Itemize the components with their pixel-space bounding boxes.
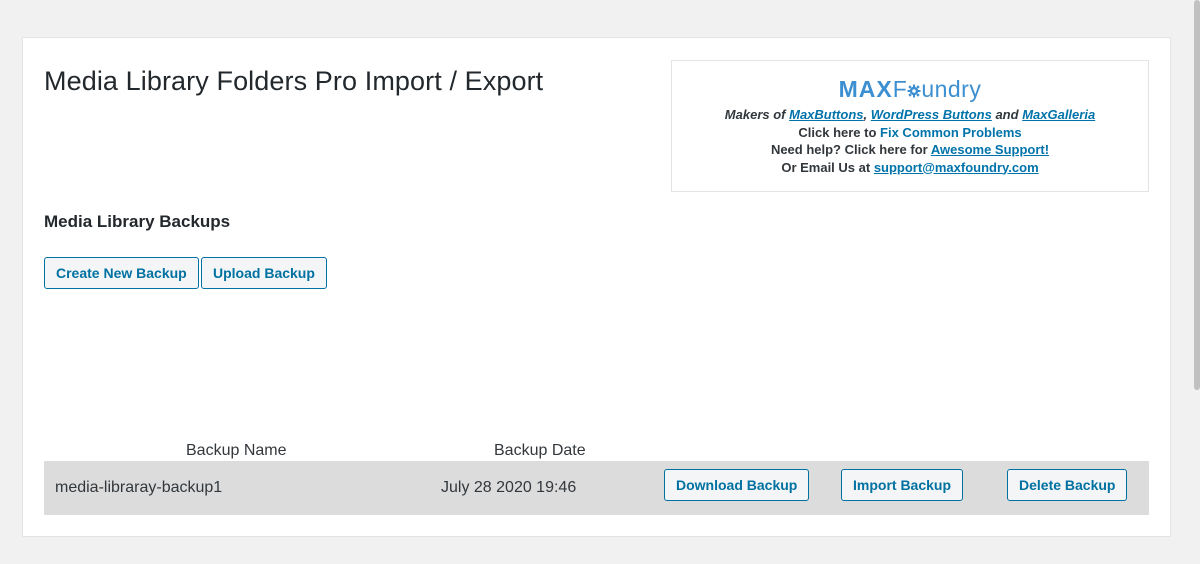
makers-line: Makers of MaxButtons, WordPress Buttons … [672, 106, 1148, 124]
page-scrollbar[interactable] [1194, 0, 1200, 390]
page-title: Media Library Folders Pro Import / Expor… [44, 66, 544, 96]
download-backup-button[interactable]: Download Backup [664, 469, 810, 501]
logo-max-text: MAX [838, 76, 893, 102]
create-new-backup-button[interactable]: Create New Backup [44, 257, 199, 289]
backup-date-cell: July 28 2020 19:46 [441, 479, 577, 496]
maxbuttons-link[interactable]: MaxButtons [789, 107, 863, 122]
table-row: media-libraray-backup1 July 28 2020 19:4… [44, 461, 1149, 515]
email-line: Or Email Us at support@maxfoundry.com [672, 159, 1148, 177]
maxfoundry-promo-box: MAXF undry Makers of MaxButtons, WordPres… [671, 60, 1149, 192]
logo-f-text: F [892, 76, 908, 102]
upload-backup-button[interactable]: Upload Backup [201, 257, 327, 289]
fix-common-problems-link[interactable]: Fix Common Problems [880, 125, 1022, 140]
email-prefix: Or Email Us at [781, 159, 874, 175]
section-title: Media Library Backups [44, 212, 231, 231]
promo-text: Makers of MaxButtons, WordPress Buttons … [672, 106, 1148, 176]
backup-name-cell: media-libraray-backup1 [55, 479, 223, 496]
fix-prefix: Click here to [798, 124, 881, 140]
column-header-backup-name: Backup Name [186, 442, 287, 459]
logo-undry-text: undry [921, 76, 982, 102]
delete-backup-button[interactable]: Delete Backup [1007, 469, 1128, 501]
gear-icon [907, 84, 921, 98]
separator-comma: , [863, 107, 871, 122]
maxfoundry-logo[interactable]: MAXF undry [672, 75, 1148, 103]
support-email-link[interactable]: support@maxfoundry.com [874, 160, 1039, 175]
wordpress-buttons-link[interactable]: WordPress Buttons [871, 107, 992, 122]
makers-prefix: Makers of [724, 107, 790, 122]
import-backup-button[interactable]: Import Backup [841, 469, 964, 501]
column-header-backup-date: Backup Date [494, 442, 586, 459]
help-line: Need help? Click here for Awesome Suppor… [672, 141, 1148, 159]
fix-problems-line: Click here to Fix Common Problems [672, 124, 1148, 142]
awesome-support-link[interactable]: Awesome Support! [931, 142, 1049, 157]
separator-and: and [991, 107, 1023, 122]
maxgalleria-link[interactable]: MaxGalleria [1022, 107, 1095, 122]
help-prefix: Need help? Click here for [770, 142, 931, 157]
main-panel: Media Library Folders Pro Import / Expor… [22, 37, 1171, 537]
